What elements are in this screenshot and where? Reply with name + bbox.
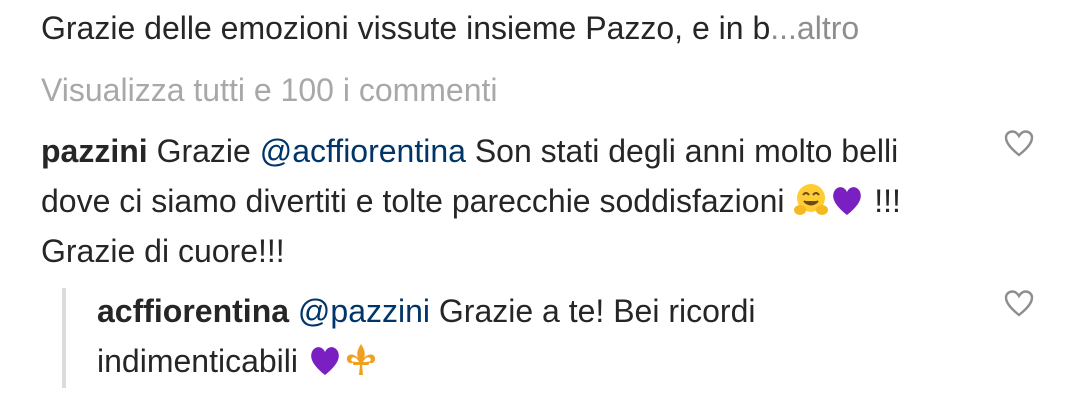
more-link[interactable]: ...altro xyxy=(770,10,859,46)
view-all-comments-link[interactable]: Visualizza tutti e 100 i commenti xyxy=(41,70,498,110)
reply-username[interactable]: acffiorentina xyxy=(97,293,289,329)
comment: pazzini Grazie @acffiorentina Son stati … xyxy=(41,126,941,276)
reply-comment: acffiorentina @pazzini Grazie a te! Bei … xyxy=(97,286,957,386)
like-comment-button[interactable] xyxy=(1003,128,1035,158)
heart-outline-icon xyxy=(1004,290,1034,317)
purple-heart-emoji xyxy=(833,187,862,215)
reply-mention[interactable]: @pazzini xyxy=(298,293,430,329)
comment-text-1: Grazie xyxy=(147,133,260,169)
caption-text: Grazie delle emozioni vissute insieme Pa… xyxy=(41,10,771,46)
comment-username[interactable]: pazzini xyxy=(41,133,148,169)
hugging-face-emoji xyxy=(794,184,829,215)
comment-mention[interactable]: @acffiorentina xyxy=(260,133,466,169)
post-caption: Grazie delle emozioni vissute insieme Pa… xyxy=(41,8,859,48)
reply-thread-line xyxy=(62,288,66,388)
purple-heart-emoji xyxy=(311,347,339,375)
fleur-de-lis-emoji xyxy=(346,344,375,375)
like-reply-button[interactable] xyxy=(1003,288,1035,318)
comment-thread: Grazie delle emozioni vissute insieme Pa… xyxy=(0,0,1080,400)
heart-outline-icon xyxy=(1004,130,1034,157)
